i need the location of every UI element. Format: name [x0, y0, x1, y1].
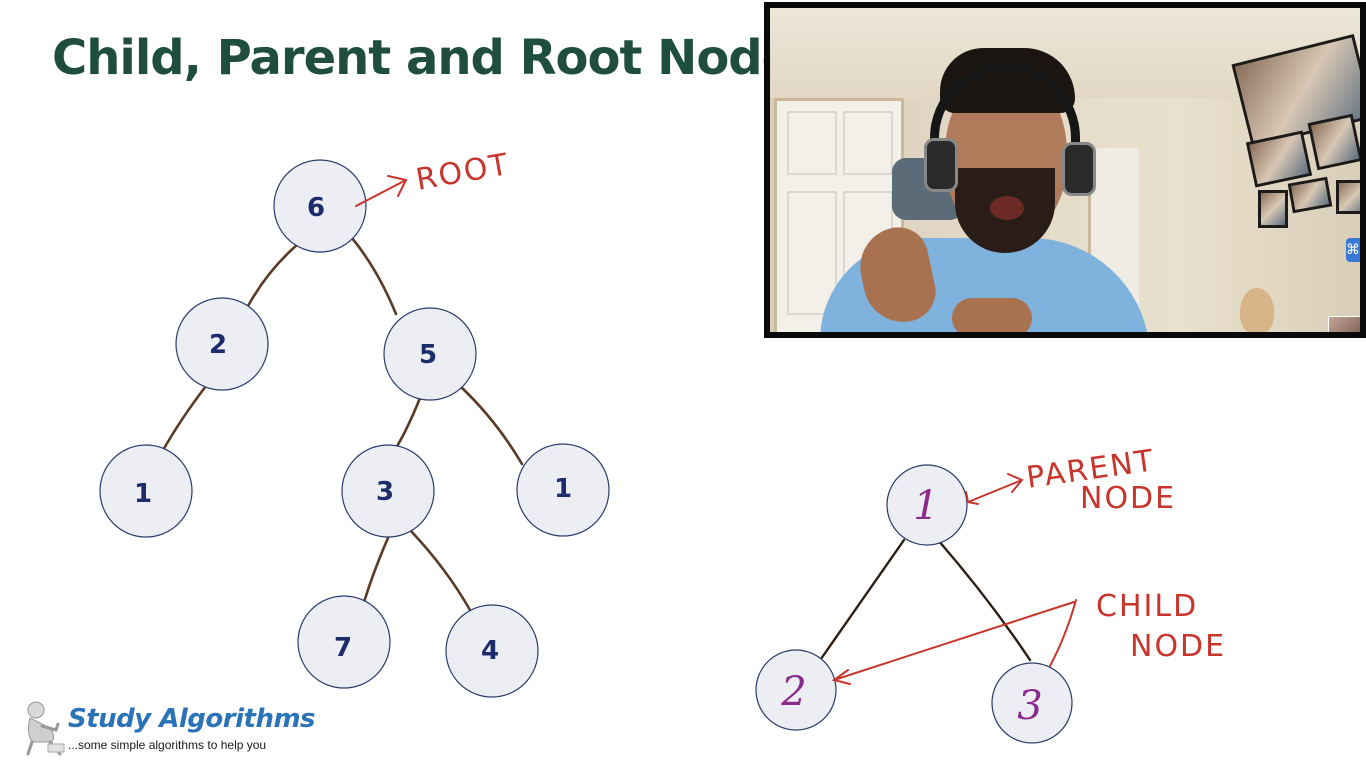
edge-6-2	[246, 242, 300, 308]
main-tree: 6 2 5 1 3 1 7 4 ROOT	[99, 147, 610, 698]
parent-annotation: PARENT NODE	[965, 443, 1176, 516]
wall-photo	[1336, 180, 1360, 214]
tree-node: 2	[175, 297, 269, 391]
brand-tagline: ...some simple algorithms to help you	[68, 738, 267, 752]
tree-node: 4	[445, 604, 539, 698]
teddy-bear	[1240, 288, 1274, 332]
wall-photo	[1287, 176, 1333, 214]
brand-name: Study Algorithms	[68, 704, 316, 734]
parent-arrow-icon	[965, 473, 1024, 505]
edge-2-1	[160, 384, 208, 454]
tree-node: 7	[297, 595, 391, 689]
self-view-thumbnail[interactable]	[1328, 316, 1360, 332]
node-value: 5	[419, 340, 437, 370]
tree-node-root: 6	[273, 159, 367, 253]
node-value: 1	[913, 483, 938, 529]
child-label-line1: CHILD	[1096, 589, 1198, 624]
wall-photo	[1307, 113, 1360, 171]
edge-3-7	[362, 536, 390, 604]
main-tree-edges	[160, 236, 524, 612]
edge-5-3	[394, 396, 422, 450]
earcup-icon	[924, 138, 958, 192]
node-value: 2	[780, 669, 806, 715]
edge-3-4	[408, 528, 472, 612]
child-arrow-icon	[1049, 599, 1077, 667]
tree-node: 5	[383, 307, 477, 401]
tree-node-parent: 1	[886, 464, 968, 546]
presenter-hand	[952, 298, 1032, 332]
node-value: 1	[554, 474, 572, 504]
node-value: 6	[307, 193, 325, 223]
node-value: 4	[481, 636, 499, 666]
video-scene	[770, 8, 1360, 332]
tree-node: 1	[516, 443, 610, 537]
root-label: ROOT	[413, 147, 512, 198]
edge-1-2	[814, 538, 906, 668]
node-value: 2	[209, 330, 227, 360]
command-icon[interactable]: ⌘	[1346, 238, 1360, 262]
tree-node: 3	[341, 444, 435, 538]
small-tree: 1 2 3 PARENT NODE CHILD NODE	[755, 443, 1226, 744]
edge-6-5	[350, 236, 398, 316]
root-annotation: ROOT	[355, 147, 512, 207]
presenter-video: ⌘	[764, 2, 1366, 338]
node-value: 3	[376, 477, 394, 507]
parent-label-line2: NODE	[1080, 481, 1176, 516]
tree-node: 1	[99, 444, 193, 538]
tree-node-child: 2	[755, 649, 837, 731]
thinking-figure-icon	[26, 701, 65, 756]
node-value: 7	[334, 633, 352, 663]
child-label-line2: NODE	[1130, 629, 1226, 664]
presenter-mouth	[990, 196, 1024, 220]
node-value: 3	[1017, 683, 1042, 729]
tree-node-child: 3	[991, 662, 1073, 744]
edge-5-1	[458, 384, 524, 466]
wall-photo	[1258, 190, 1288, 228]
study-algorithms-logo: Study Algorithms ...some simple algorith…	[22, 700, 322, 760]
earcup-icon	[1062, 142, 1096, 196]
node-value: 1	[134, 479, 152, 509]
